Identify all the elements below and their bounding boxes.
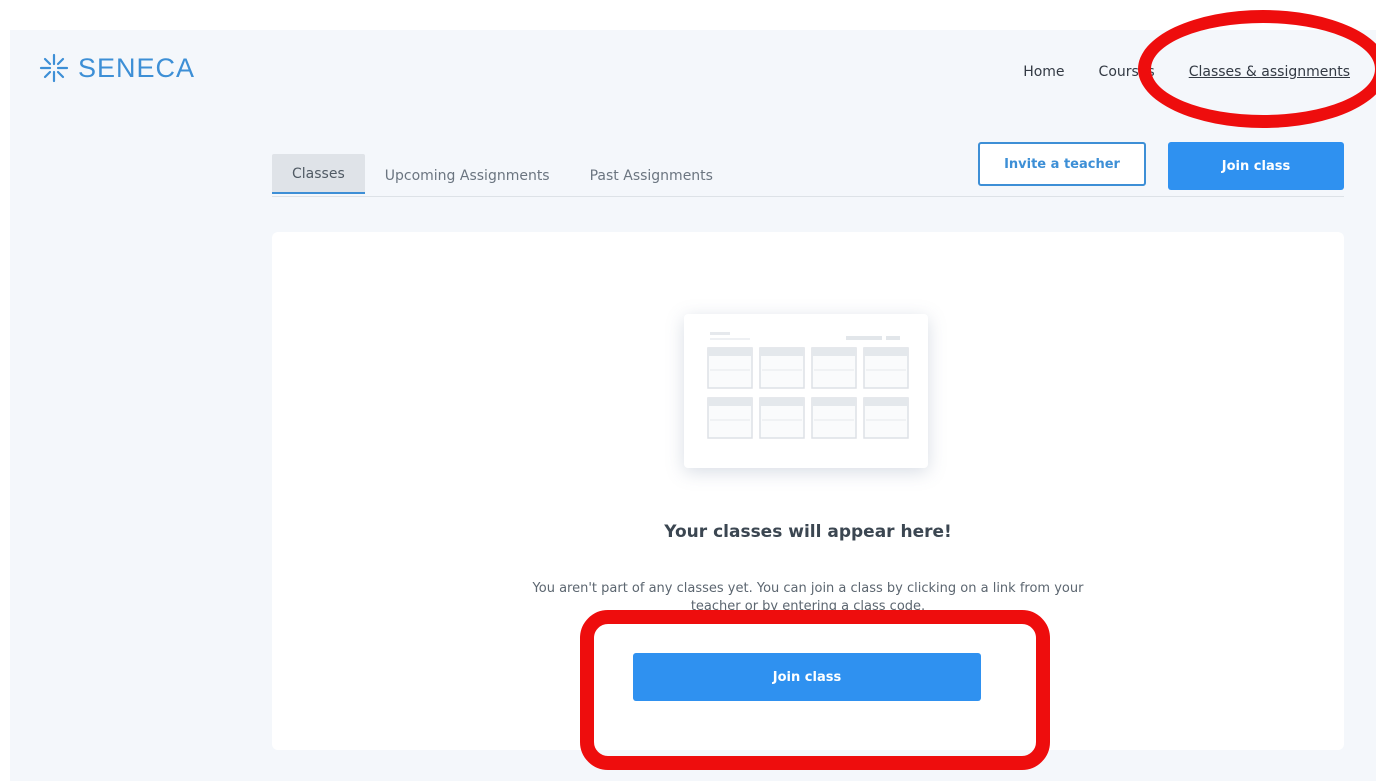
- brand-name: SENECA: [78, 52, 196, 83]
- classes-grid-illustration: [684, 314, 928, 468]
- empty-state-title: Your classes will appear here!: [664, 522, 952, 542]
- join-class-button[interactable]: Join class: [633, 653, 981, 701]
- seneca-logo[interactable]: SENECA: [38, 52, 195, 84]
- tab-classes[interactable]: Classes: [272, 154, 365, 194]
- nav-home[interactable]: Home: [1023, 64, 1064, 80]
- tab-past-assignments[interactable]: Past Assignments: [570, 156, 733, 194]
- nav-courses[interactable]: Courses: [1099, 64, 1155, 80]
- tab-bar: Classes Upcoming Assignments Past Assign…: [272, 154, 733, 194]
- invite-teacher-button[interactable]: Invite a teacher: [978, 142, 1146, 186]
- empty-classes-card: Your classes will appear here! You aren'…: [272, 232, 1344, 750]
- tab-upcoming-assignments[interactable]: Upcoming Assignments: [365, 156, 570, 194]
- app-window: SENECA Home Courses Classes & assignment…: [10, 30, 1376, 781]
- top-nav: Home Courses Classes & assignments: [1023, 64, 1350, 80]
- tab-divider: [272, 196, 1344, 197]
- seneca-star-icon: [38, 52, 70, 84]
- empty-state-description: You aren't part of any classes yet. You …: [532, 581, 1084, 610]
- join-class-button-top[interactable]: Join class: [1168, 142, 1344, 190]
- nav-classes-assignments[interactable]: Classes & assignments: [1189, 64, 1350, 80]
